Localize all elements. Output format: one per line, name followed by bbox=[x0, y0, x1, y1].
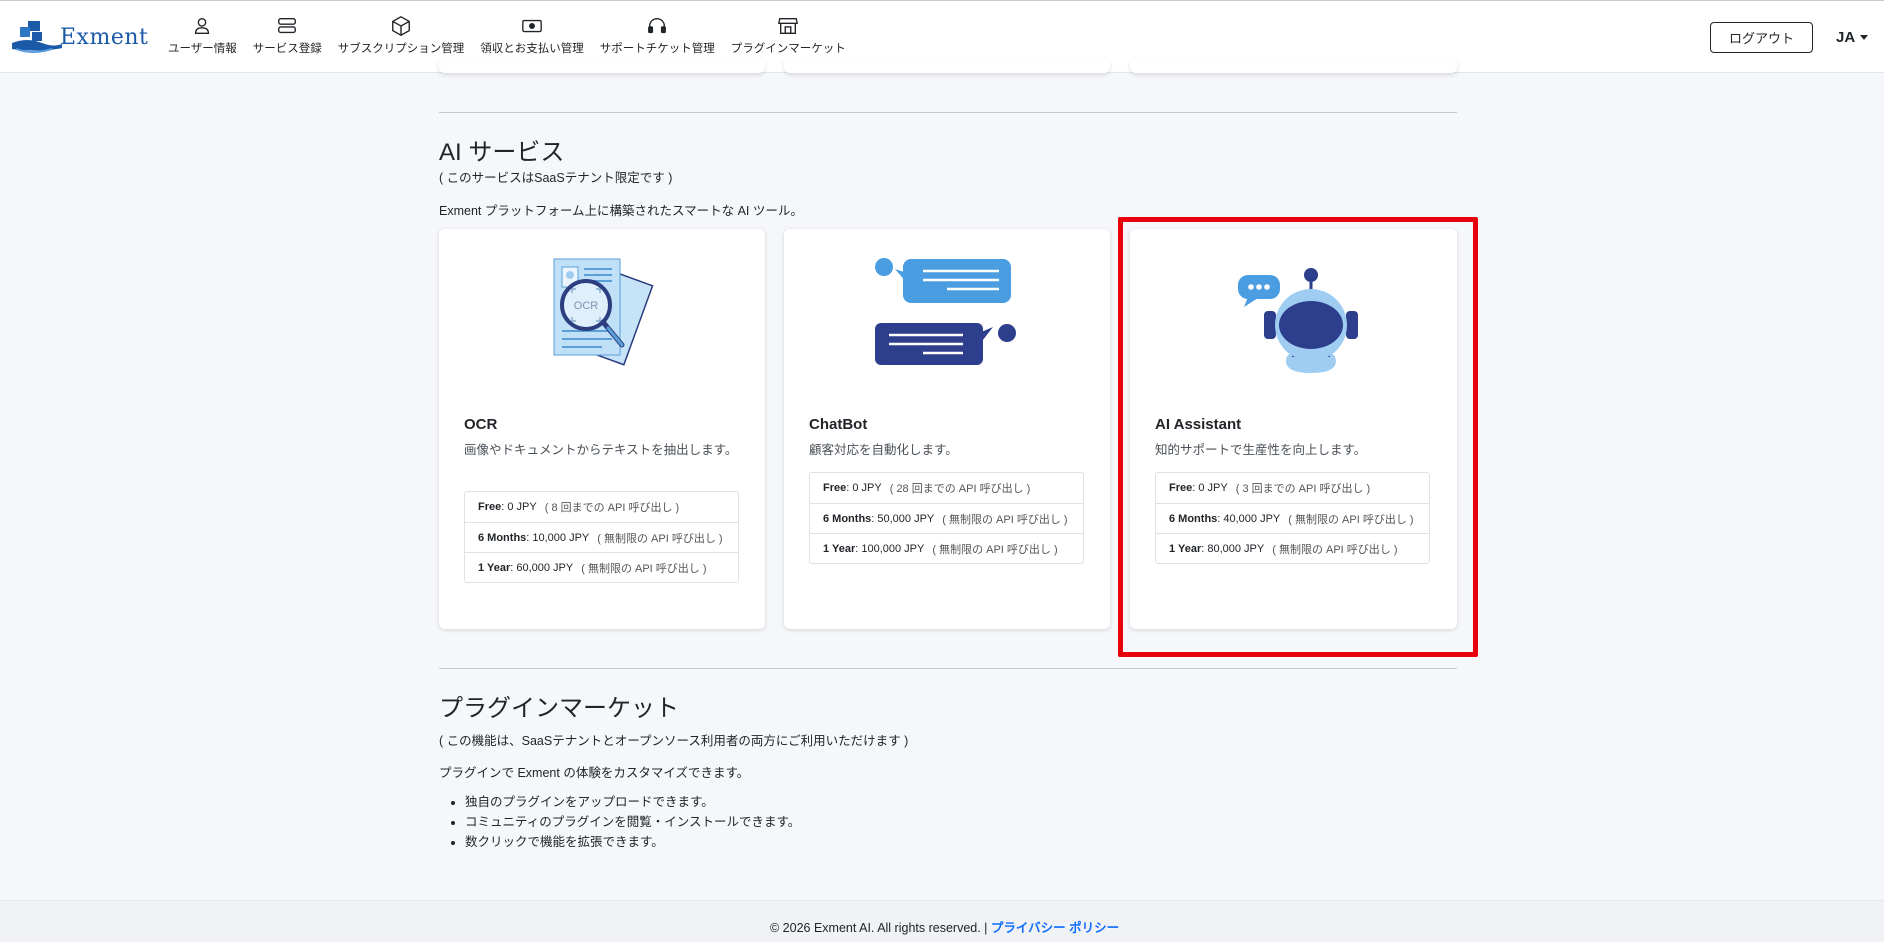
plan-quota: ( 無制限の API 呼び出し ) bbox=[581, 562, 707, 575]
list-item: コミュニティのプラグインを閲覧・インストールできます。 bbox=[465, 811, 800, 831]
main-nav: ユーザー情報 サービス登録 サブスクリプション管理 領収とお支払い管理 サポート… bbox=[168, 15, 862, 63]
footer-text: © 2026 Exment AI. All rights reserved. |… bbox=[770, 917, 1119, 936]
card-title: OCR bbox=[464, 416, 498, 433]
ai-section-description: Exment プラットフォーム上に構築されたスマートな AI ツール。 bbox=[439, 204, 803, 218]
pricing-table: Free : 0 JPY ( 28 回までの API 呼び出し ) 6 Month… bbox=[809, 472, 1084, 564]
plan-quota: ( 無制限の API 呼び出し ) bbox=[597, 532, 723, 545]
plan-quota: ( 28 回までの API 呼び出し ) bbox=[889, 483, 1031, 495]
nav-support-tickets[interactable]: サポートチケット管理 bbox=[600, 15, 715, 63]
plan-price: : 50,000 JPY bbox=[871, 512, 935, 525]
plan-quota: ( 無制限の API 呼び出し ) bbox=[932, 543, 1058, 556]
exment-logo[interactable]: Exment bbox=[12, 19, 148, 59]
money-icon bbox=[522, 19, 542, 33]
card-description: 画像やドキュメントからテキストを抽出します。 bbox=[464, 443, 738, 457]
price-row-1-year[interactable]: 1 Year : 60,000 JPY ( 無制限の API 呼び出し ) bbox=[465, 552, 738, 582]
plan-name: Free bbox=[478, 501, 502, 513]
nav-user-info[interactable]: ユーザー情報 bbox=[168, 15, 237, 63]
plugin-section-restriction: ( この機能は、SaaSテナントとオープンソース利用者の両方にご利用いただけます… bbox=[439, 734, 909, 748]
user-icon bbox=[195, 17, 210, 35]
list-item: 数クリックで機能を拡張できます。 bbox=[465, 831, 800, 851]
footer: © 2026 Exment AI. All rights reserved. |… bbox=[0, 900, 1884, 942]
logo-text: Exment bbox=[60, 25, 149, 50]
logout-button[interactable]: ログアウト bbox=[1710, 22, 1813, 53]
plan-price: : 60,000 JPY bbox=[510, 561, 574, 574]
price-row-6-months[interactable]: 6 Months : 10,000 JPY ( 無制限の API 呼び出し ) bbox=[465, 522, 738, 552]
plugin-section-title: プラグインマーケット bbox=[439, 695, 679, 722]
list-item: 独自のプラグインをアップロードできます。 bbox=[465, 791, 800, 811]
price-row-6-months[interactable]: 6 Months : 50,000 JPY ( 無制限の API 呼び出し ) bbox=[810, 503, 1083, 533]
chevron-down-icon bbox=[1860, 35, 1869, 40]
ocr-document-icon: OCR bbox=[553, 258, 654, 366]
plan-quota: ( 8 回までの API 呼び出し ) bbox=[544, 502, 680, 514]
language-label: JA bbox=[1836, 29, 1856, 46]
price-row-free[interactable]: Free : 0 JPY ( 8 回までの API 呼び出し ) bbox=[465, 492, 738, 522]
price-row-1-year[interactable]: 1 Year : 100,000 JPY ( 無制限の API 呼び出し ) bbox=[810, 533, 1083, 563]
plugin-feature-list: 独自のプラグインをアップロードできます。 コミュニティのプラグインを閲覧・インス… bbox=[465, 791, 800, 851]
plan-name: 6 Months bbox=[823, 512, 872, 525]
plan-quota: ( 無制限の API 呼び出し ) bbox=[942, 513, 1068, 526]
plan-name: Free bbox=[823, 482, 847, 494]
nav-service-registration[interactable]: サービス登録 bbox=[253, 15, 322, 63]
language-dropdown[interactable]: JA bbox=[1836, 29, 1869, 46]
ai-section-restriction: ( このサービスはSaaSテナント限定です ) bbox=[439, 171, 673, 185]
section-divider bbox=[439, 668, 1457, 669]
ocr-illustration-label: OCR bbox=[574, 300, 599, 312]
logo-icon bbox=[12, 21, 62, 53]
nav-label: ユーザー情報 bbox=[168, 43, 237, 55]
plan-name: 1 Year bbox=[478, 561, 511, 574]
highlight-box bbox=[1118, 217, 1478, 657]
chat-bubbles-icon bbox=[875, 258, 1016, 365]
chatbot-illustration bbox=[784, 253, 1110, 383]
section-divider bbox=[439, 112, 1457, 113]
nav-receipts-payments[interactable]: 領収とお支払い管理 bbox=[480, 15, 584, 63]
pricing-table: Free : 0 JPY ( 8 回までの API 呼び出し ) 6 Months… bbox=[464, 491, 739, 583]
plan-name: 1 Year bbox=[823, 542, 856, 555]
nav-label: サービス登録 bbox=[252, 43, 322, 55]
previous-card-bottom bbox=[784, 60, 1110, 73]
plugin-section-description: プラグインで Exment の体験をカスタマイズできます。 bbox=[439, 766, 750, 780]
previous-card-bottom bbox=[1130, 60, 1457, 73]
price-row-free[interactable]: Free : 0 JPY ( 28 回までの API 呼び出し ) bbox=[810, 473, 1083, 503]
headset-icon bbox=[648, 18, 667, 34]
card-title: ChatBot bbox=[809, 416, 868, 433]
copyright: © 2026 Exment AI. All rights reserved. | bbox=[770, 921, 991, 935]
ai-section-title: AI サービス bbox=[439, 139, 565, 166]
chatbot-card[interactable]: ChatBot 顧客対応を自動化します。 Free : 0 JPY ( 28 回ま… bbox=[784, 229, 1110, 629]
nav-label: サブスクリプション管理 bbox=[337, 43, 465, 55]
plan-price: : 100,000 JPY bbox=[855, 542, 925, 555]
nav-subscription[interactable]: サブスクリプション管理 bbox=[337, 15, 465, 63]
store-icon bbox=[778, 17, 799, 35]
nav-label: プラグインマーケット bbox=[730, 43, 846, 55]
plan-price: : 0 JPY bbox=[846, 482, 882, 494]
previous-card-bottom bbox=[439, 60, 765, 73]
plan-name: 6 Months bbox=[478, 531, 527, 544]
card-description: 顧客対応を自動化します。 bbox=[809, 443, 958, 457]
plan-price: : 0 JPY bbox=[501, 501, 537, 513]
nav-label: サポートチケット管理 bbox=[599, 43, 715, 55]
privacy-policy-link[interactable]: プライバシー ポリシー bbox=[991, 921, 1119, 935]
plan-price: : 10,000 JPY bbox=[526, 531, 590, 544]
nav-plugin-market[interactable]: プラグインマーケット bbox=[731, 15, 846, 63]
ocr-illustration: OCR bbox=[439, 253, 765, 383]
box-icon bbox=[392, 16, 410, 36]
nav-label: 領収とお支払い管理 bbox=[480, 43, 584, 55]
server-icon bbox=[278, 17, 297, 34]
ocr-card[interactable]: OCR OCR 画像やドキュメントからテキストを抽出します。 Free : 0 … bbox=[439, 229, 765, 629]
